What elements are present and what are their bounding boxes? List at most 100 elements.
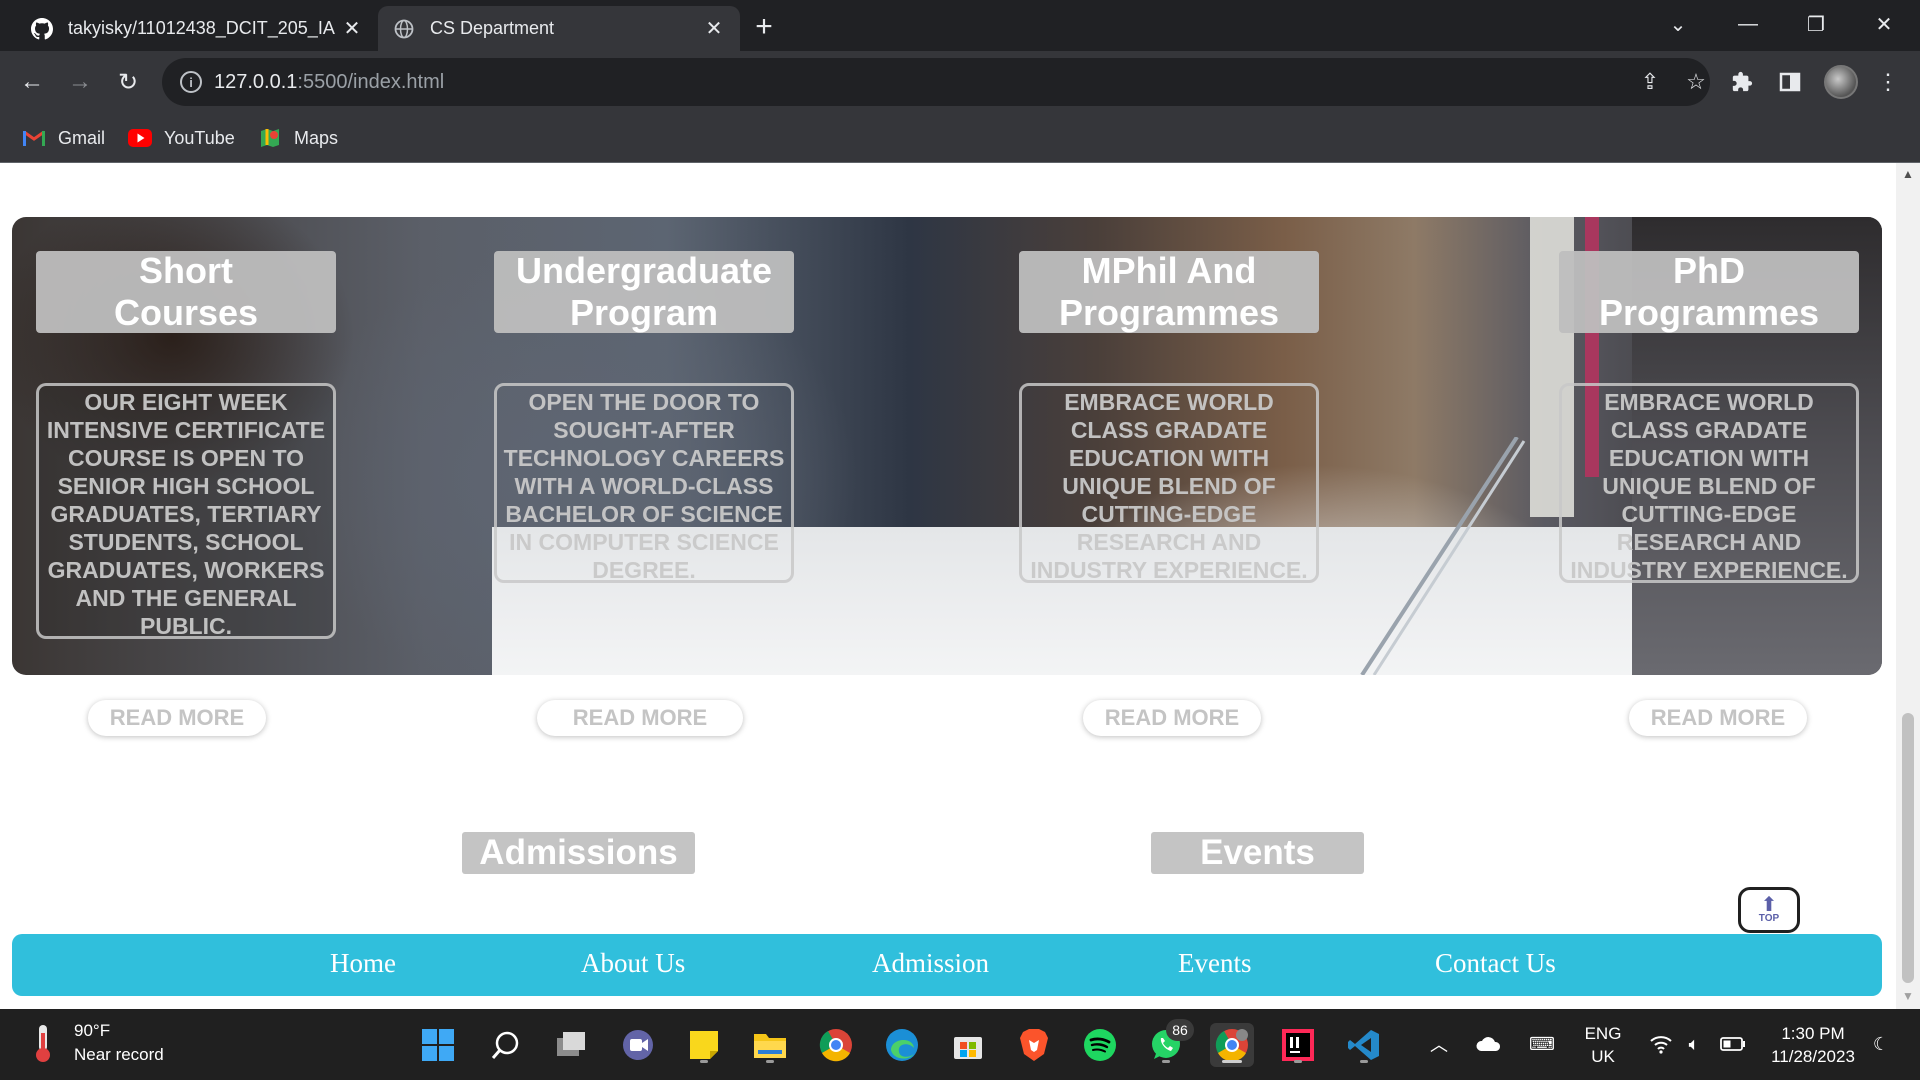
read-more-mphil-button[interactable]: READ MORE: [1083, 700, 1261, 736]
program-title-short-courses: Short Courses: [36, 250, 336, 333]
bookmark-maps[interactable]: Maps: [258, 123, 338, 153]
tab-github[interactable]: takyisky/11012438_DCIT_205_IA ✕: [16, 6, 378, 51]
program-title-mphil: MPhil And Programmes: [1019, 250, 1319, 333]
new-tab-plus-icon[interactable]: +: [748, 12, 780, 44]
bookmark-label: Gmail: [58, 127, 106, 148]
windows-start-icon[interactable]: [416, 1023, 460, 1067]
programs-hero-banner: Short Courses Our eight week intensive ce…: [12, 217, 1882, 675]
spotify-icon[interactable]: [1078, 1023, 1122, 1067]
program-description-phd: Embrace world class gradate education wi…: [1559, 383, 1859, 583]
read-more-phd-button[interactable]: READ MORE: [1629, 700, 1807, 736]
admissions-heading[interactable]: Admissions: [462, 832, 695, 874]
minimize-icon[interactable]: —: [1724, 8, 1772, 40]
close-icon[interactable]: ✕: [702, 17, 726, 41]
restore-icon[interactable]: ❐: [1792, 8, 1840, 40]
microsoft-store-icon[interactable]: [946, 1023, 990, 1067]
whatsapp-icon[interactable]: 86: [1144, 1019, 1194, 1067]
tab-cs-department[interactable]: CS Department ✕: [378, 6, 740, 51]
scroll-up-arrow-icon[interactable]: ▲: [1896, 167, 1920, 183]
tab-search-chevron-icon[interactable]: ⌄: [1654, 8, 1702, 40]
search-icon[interactable]: [484, 1023, 528, 1067]
brave-icon[interactable]: [1012, 1023, 1056, 1067]
scrollbar-thumb[interactable]: [1902, 713, 1914, 983]
url-path: :5500/index.html: [297, 70, 445, 93]
tab-title: CS Department: [430, 18, 555, 38]
browser-toolbar: ← → ↻ i 127.0.0.1:5500/index.html ⇪ ☆ ⋮: [0, 51, 1920, 113]
bookmarks-bar: Gmail YouTube Maps: [0, 113, 1920, 163]
notifications-moon-icon[interactable]: ☾: [1866, 1031, 1896, 1057]
file-explorer-icon[interactable]: [748, 1023, 792, 1067]
program-description-undergraduate: Open the door to sought-after technology…: [494, 383, 794, 583]
chrome-icon[interactable]: [814, 1023, 858, 1067]
footer-link-admission[interactable]: Admission: [872, 948, 989, 979]
footer-link-home[interactable]: Home: [330, 948, 396, 979]
read-more-short-courses-button[interactable]: READ MORE: [88, 700, 266, 736]
wifi-icon[interactable]: [1646, 1031, 1676, 1057]
keyboard-icon[interactable]: ⌨: [1527, 1031, 1557, 1057]
weather-widget[interactable]: 90°F Near record: [28, 1019, 164, 1067]
globe-icon: [392, 17, 416, 41]
windows-taskbar: 90°F Near record 86 ︿ ⌨ ENG UK 🔈︎ 1:30 P…: [0, 1009, 1920, 1080]
thermometer-icon: [28, 1021, 58, 1065]
chrome-profile-icon[interactable]: [1210, 1023, 1254, 1067]
scroll-down-arrow-icon[interactable]: ▼: [1896, 989, 1920, 1005]
volume-icon[interactable]: 🔈︎: [1679, 1031, 1709, 1057]
browser-tab-bar: takyisky/11012438_DCIT_205_IA ✕ CS Depar…: [0, 0, 1920, 51]
show-hidden-icons-chevron-icon[interactable]: ︿: [1424, 1031, 1454, 1057]
footer-link-events[interactable]: Events: [1178, 948, 1252, 979]
running-indicator: [766, 1060, 774, 1063]
battery-icon[interactable]: [1718, 1031, 1748, 1057]
page-viewport: Short Courses Our eight week intensive ce…: [0, 163, 1896, 1009]
teams-chat-icon[interactable]: [616, 1023, 660, 1067]
footer-navigation: Home About Us Admission Events Contact U…: [12, 934, 1882, 996]
menu-kebab-icon[interactable]: ⋮: [1872, 66, 1904, 98]
close-icon[interactable]: ✕: [340, 17, 364, 41]
running-indicator: [700, 1060, 708, 1063]
edge-icon[interactable]: [880, 1023, 924, 1067]
page-scrollbar[interactable]: ▲ ▼: [1896, 163, 1920, 1009]
task-view-icon[interactable]: [550, 1023, 594, 1067]
extensions-puzzle-icon[interactable]: [1726, 66, 1758, 98]
program-title-undergraduate: Undergraduate Program: [494, 250, 794, 333]
site-info-icon[interactable]: i: [180, 71, 202, 93]
up-arrow-icon: ⬆: [1760, 894, 1778, 916]
share-icon[interactable]: ⇪: [1636, 68, 1664, 96]
back-to-top-button[interactable]: ⬆ TOP: [1738, 887, 1800, 933]
onedrive-cloud-icon[interactable]: [1473, 1031, 1503, 1057]
running-indicator: [1294, 1060, 1302, 1063]
running-indicator: [1162, 1060, 1170, 1063]
profile-avatar[interactable]: [1824, 65, 1858, 99]
intellij-icon[interactable]: [1276, 1023, 1320, 1067]
bookmark-label: Maps: [294, 127, 339, 148]
vscode-icon[interactable]: [1342, 1023, 1386, 1067]
bookmark-gmail[interactable]: Gmail: [22, 123, 105, 153]
close-window-icon[interactable]: ✕: [1860, 8, 1908, 40]
reload-icon[interactable]: ↻: [110, 64, 146, 100]
whatsapp-unread-badge: 86: [1166, 1019, 1194, 1041]
hero-photo-laptop: [1360, 437, 1526, 675]
url-host: 127.0.0.1: [214, 70, 298, 93]
side-panel-icon[interactable]: [1774, 66, 1806, 98]
forward-arrow-icon[interactable]: →: [62, 64, 98, 100]
top-label: TOP: [1758, 913, 1780, 924]
program-description-short-courses: Our eight week intensive certificate cou…: [36, 383, 336, 639]
tab-title: takyisky/11012438_DCIT_205_IA: [68, 18, 335, 38]
weather-description: Near record: [74, 1045, 164, 1064]
active-indicator: [1222, 1060, 1242, 1063]
youtube-icon: [128, 127, 152, 149]
github-icon: [30, 17, 54, 41]
bookmark-youtube[interactable]: YouTube: [128, 123, 235, 153]
bookmark-star-icon[interactable]: ☆: [1682, 68, 1710, 96]
address-bar[interactable]: i 127.0.0.1:5500/index.html ⇪ ☆: [162, 58, 1710, 106]
maps-icon: [258, 127, 282, 149]
sticky-notes-icon[interactable]: [682, 1023, 726, 1067]
clock[interactable]: 1:30 PM 11/28/2023: [1758, 1022, 1868, 1068]
read-more-undergraduate-button[interactable]: READ MORE: [537, 700, 743, 736]
back-arrow-icon[interactable]: ←: [14, 64, 50, 100]
language-indicator[interactable]: ENG UK: [1578, 1022, 1628, 1068]
footer-link-about-us[interactable]: About Us: [581, 948, 685, 979]
gmail-icon: [22, 127, 46, 149]
program-description-mphil: Embrace world class gradate education wi…: [1019, 383, 1319, 583]
footer-link-contact-us[interactable]: Contact Us: [1435, 948, 1556, 979]
events-heading[interactable]: Events: [1151, 832, 1364, 874]
